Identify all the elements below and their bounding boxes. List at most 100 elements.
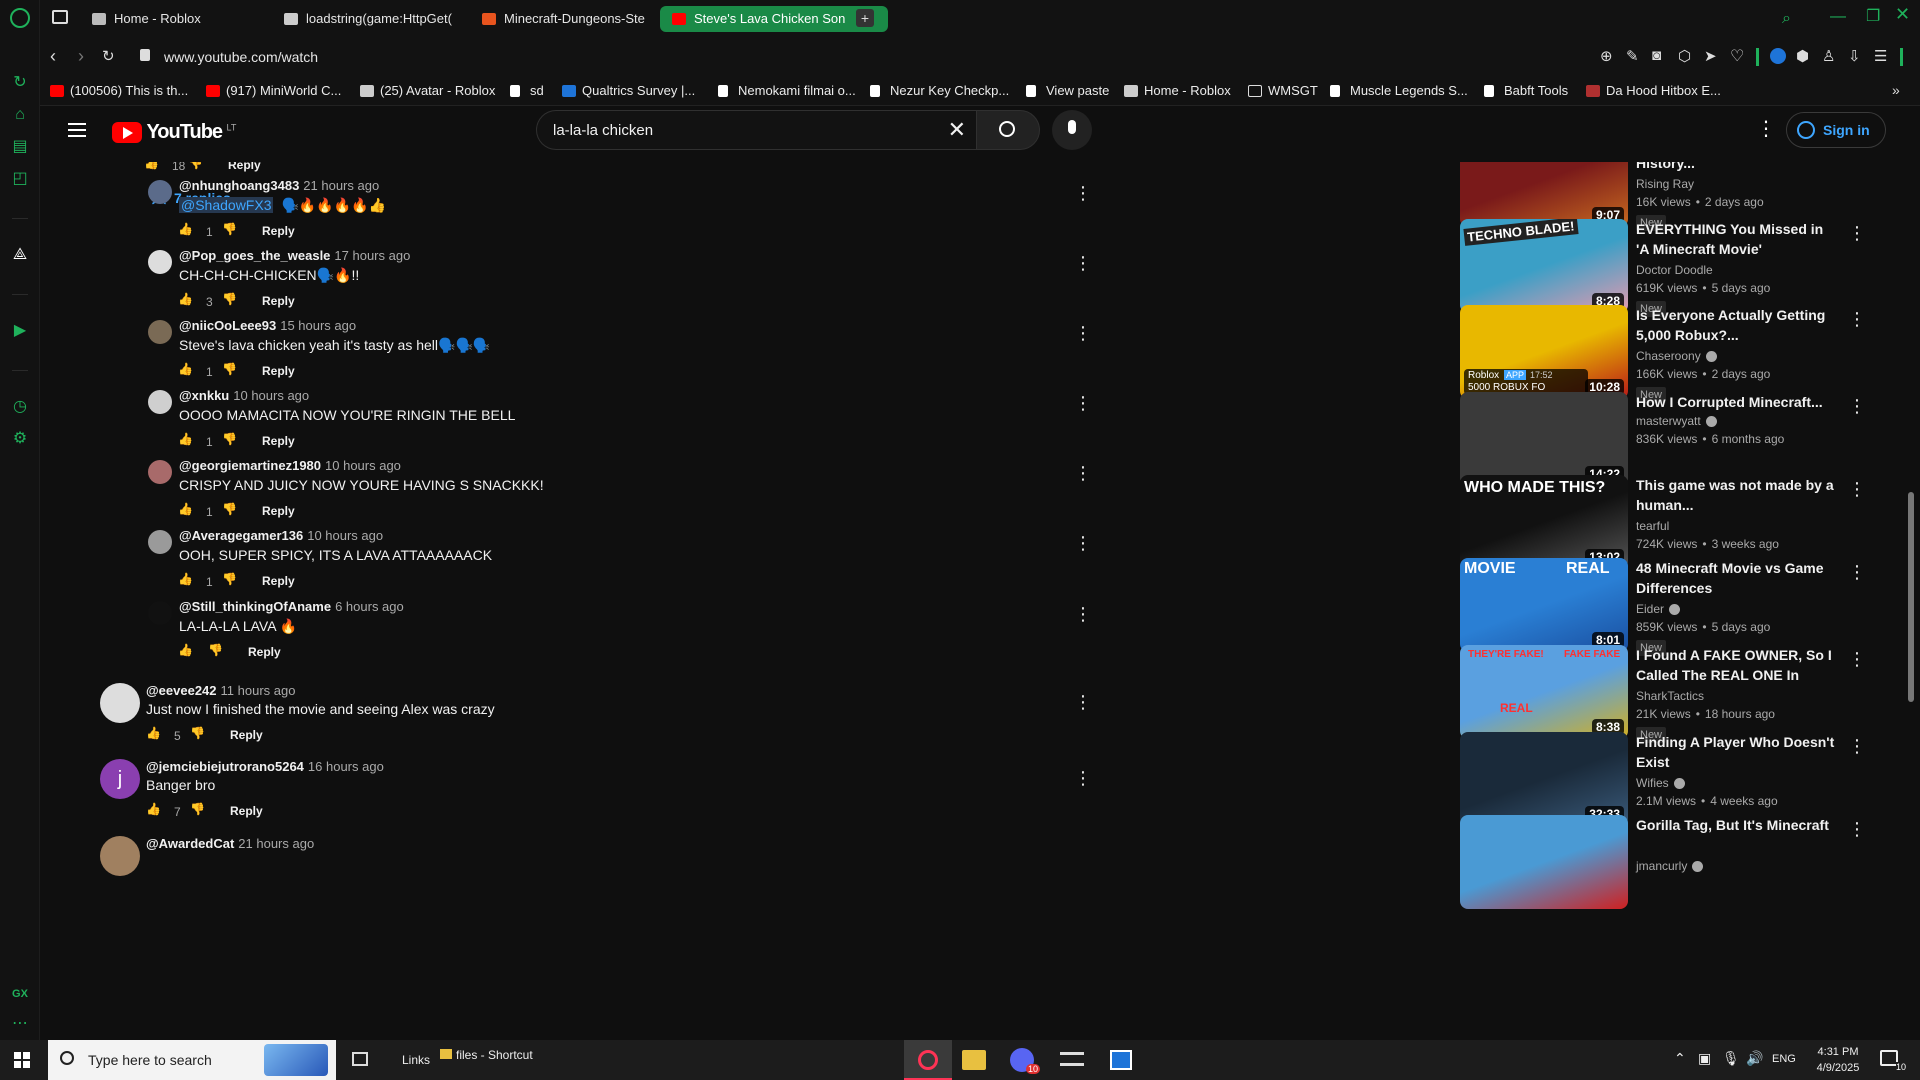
channel-name[interactable]: jmancurly [1636, 859, 1704, 873]
more-sidebar-icon[interactable]: ⋯ [11, 1015, 29, 1033]
comment-menu-icon[interactable]: ⋮ [1074, 462, 1092, 484]
bookmark[interactable]: Qualtrics Survey |... [562, 83, 695, 98]
show-hidden-icons[interactable]: ⌃ [1674, 1050, 1686, 1067]
minimize-button[interactable]: — [1830, 8, 1846, 26]
taskbar-discord[interactable]: 10 [1010, 1048, 1040, 1074]
video-menu-icon[interactable]: ⋮ [1848, 819, 1866, 840]
video-menu-icon[interactable]: ⋮ [1848, 396, 1866, 417]
bookmark[interactable]: Nezur Key Checkp... [870, 83, 1009, 98]
video-title[interactable]: This game was not made by a human... [1636, 475, 1836, 515]
channel-name[interactable]: Wifies [1636, 776, 1685, 790]
comment-timestamp[interactable]: 21 hours ago [238, 836, 314, 851]
search-input[interactable]: la-la-la chicken [553, 122, 653, 139]
like-icon[interactable]: 👍 [178, 222, 198, 242]
camera-icon[interactable]: ◙ [1652, 47, 1661, 64]
like-icon[interactable]: 👍 [178, 292, 198, 312]
download-icon[interactable]: ⇩ [1848, 47, 1861, 65]
bookmark[interactable]: View paste [1026, 83, 1109, 98]
reload-button[interactable]: ↻ [102, 47, 115, 65]
new-tab-button[interactable]: + [856, 9, 874, 27]
bookmark[interactable]: (917) MiniWorld C... [206, 83, 341, 98]
comment-author[interactable]: @georgiemartinez1980 10 hours ago [179, 458, 401, 473]
video-title[interactable]: How I Corrupted Minecraft... [1636, 392, 1836, 412]
clock[interactable]: 4:31 PM 4/9/2025 [1802, 1044, 1874, 1076]
comment-menu-icon[interactable]: ⋮ [1074, 252, 1092, 274]
bookmark[interactable]: Da Hood Hitbox E... [1586, 83, 1721, 98]
comment-timestamp[interactable]: 10 hours ago [307, 528, 383, 543]
channel-name[interactable]: Chaseroony [1636, 349, 1717, 363]
taskbar-app-icon[interactable] [1060, 1052, 1084, 1066]
reply-button[interactable]: Reply [230, 804, 263, 818]
bookmark[interactable]: (25) Avatar - Roblox [360, 83, 495, 98]
video-thumbnail[interactable]: Roblox APP 17:52 5000 ROBUX FO 10:28 [1460, 305, 1628, 399]
video-title[interactable]: EVERYTHING You Missed in 'A Minecraft Mo… [1636, 219, 1836, 259]
like-icon[interactable]: 👍 [146, 726, 166, 746]
avatar[interactable] [148, 390, 172, 414]
video-thumbnail[interactable]: TECHNO BLADE! 8:28 [1460, 219, 1628, 313]
bookmark[interactable]: Home - Roblox [1124, 83, 1231, 98]
dislike-icon[interactable]: 👎 [222, 362, 242, 382]
language-indicator[interactable]: ENG [1772, 1053, 1796, 1065]
video-thumbnail[interactable]: THEY'RE FAKE! FAKE FAKE REAL 8:38 [1460, 645, 1628, 739]
opera-logo-icon[interactable] [10, 8, 30, 28]
bookmark[interactable]: (100506) This is th... [50, 83, 188, 98]
like-icon[interactable]: 👍 [178, 643, 198, 663]
taskbar-file-explorer[interactable] [962, 1050, 986, 1070]
comment-timestamp[interactable]: 10 hours ago [233, 388, 309, 403]
box-icon[interactable]: ⬢ [1796, 47, 1809, 65]
comment-menu-icon[interactable]: ⋮ [1074, 182, 1092, 204]
heart-icon[interactable]: ♡ [1730, 46, 1744, 66]
video-thumbnail[interactable]: MOVIE REAL 8:01 [1460, 558, 1628, 652]
comment-author[interactable]: @nhunghoang3483 21 hours ago [179, 178, 379, 193]
send-icon[interactable]: ➤ [1704, 47, 1717, 65]
avatar[interactable] [148, 601, 172, 625]
comment-timestamp[interactable]: 10 hours ago [325, 458, 401, 473]
video-title[interactable]: Finding A Player Who Doesn't Exist [1636, 732, 1836, 772]
author-handle[interactable]: @Pop_goes_the_weasle [179, 248, 330, 263]
history-icon[interactable]: ◷ [11, 398, 29, 416]
author-handle[interactable]: @niicOoLeee93 [179, 318, 276, 333]
channel-name[interactable]: tearful [1636, 519, 1669, 533]
video-menu-icon[interactable]: ⋮ [1848, 649, 1866, 670]
messenger-icon[interactable]: ◰ [11, 170, 29, 188]
video-menu-icon[interactable]: ⋮ [1848, 479, 1866, 500]
author-handle[interactable]: @jemciebiejutrorano5264 [146, 759, 304, 774]
search-button[interactable] [976, 110, 1040, 150]
video-title[interactable]: 48 Minecraft Movie vs Game Differences [1636, 558, 1836, 598]
url-field[interactable]: www.youtube.com/watch [164, 49, 318, 65]
bookmark[interactable]: sd [510, 83, 544, 98]
taskbar-opera-gx[interactable] [904, 1040, 952, 1080]
reply-button[interactable]: Reply [262, 364, 295, 378]
pin-icon[interactable]: ⟁ [11, 246, 29, 264]
search-box[interactable]: la-la-la chicken ✕ [536, 110, 976, 150]
video-thumbnail[interactable]: WHO MADE THIS? 13:02 [1460, 475, 1628, 569]
author-handle[interactable]: @xnkku [179, 388, 229, 403]
channel-name[interactable]: Doctor Doodle [1636, 263, 1713, 277]
comment-menu-icon[interactable]: ⋮ [1074, 691, 1092, 713]
tab-steves-lava-chicken[interactable]: Steve's Lava Chicken Son [660, 6, 888, 32]
dislike-icon[interactable]: 👎 [190, 726, 210, 746]
author-handle[interactable]: @georgiemartinez1980 [179, 458, 321, 473]
notifications-icon[interactable]: 10 [1880, 1050, 1906, 1072]
recommended-video[interactable]: 14:22 How I Corrupted Minecraft... masterw… [1460, 392, 1866, 488]
microphone-tray-icon[interactable]: 🎙 [1722, 1050, 1740, 1067]
zoom-icon[interactable]: ⊕ [1600, 47, 1613, 65]
comment-author[interactable]: @jemciebiejutrorano5264 16 hours ago [146, 759, 384, 774]
menu-icon[interactable]: ☰ [1874, 47, 1887, 65]
comment-timestamp[interactable]: 17 hours ago [334, 248, 410, 263]
recommended-video[interactable]: MOVIE REAL 8:01 48 Minecraft Movie vs Game … [1460, 558, 1866, 656]
maximize-button[interactable]: ❐ [1866, 6, 1880, 26]
settings-icon[interactable]: ⚙ [11, 430, 29, 448]
reply-button[interactable]: Reply [262, 224, 295, 238]
dislike-icon[interactable]: 👎 [190, 802, 210, 822]
comment-author[interactable]: @xnkku 10 hours ago [179, 388, 309, 403]
tab-minecraft-dungeons[interactable]: Minecraft-Dungeons-Ste [470, 6, 690, 32]
recommended-video[interactable]: Roblox APP 17:52 5000 ROBUX FO 10:28 Is Every… [1460, 305, 1866, 403]
comment-menu-icon[interactable]: ⋮ [1074, 603, 1092, 625]
like-icon[interactable]: 👍 [178, 572, 198, 592]
channel-name[interactable]: masterwyatt [1636, 414, 1717, 428]
comment-author[interactable]: @Pop_goes_the_weasle 17 hours ago [179, 248, 410, 263]
video-thumbnail[interactable]: 14:22 [1460, 392, 1628, 486]
twitch-icon[interactable]: ▤ [11, 138, 29, 156]
author-handle[interactable]: @nhunghoang3483 [179, 178, 299, 193]
